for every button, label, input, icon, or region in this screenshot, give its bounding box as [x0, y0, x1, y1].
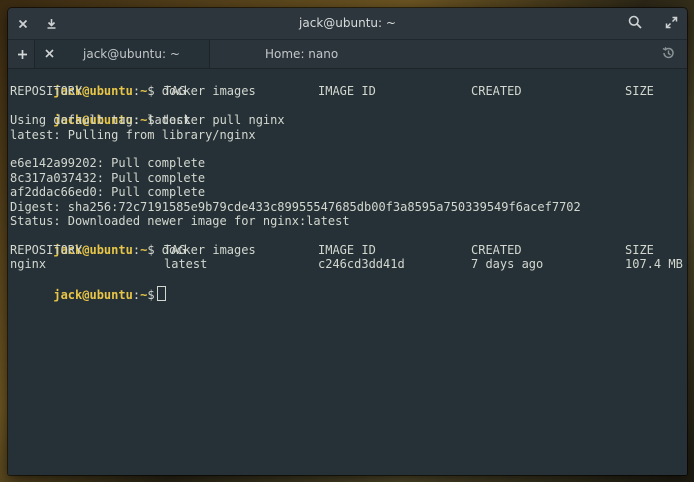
search-icon	[628, 14, 642, 33]
column-header: TAG	[164, 84, 186, 99]
column-header: REPOSITORY	[10, 242, 83, 257]
command-line: jack@ubuntu:~$	[10, 272, 166, 302]
column-header: SIZE	[625, 84, 654, 99]
window-title: jack@ubuntu: ~	[299, 16, 396, 30]
column-header: REPOSITORY	[10, 84, 83, 99]
column-header: CREATED	[471, 242, 522, 257]
prompt-user: jack@ubuntu	[53, 288, 133, 302]
column-header: IMAGE ID	[318, 242, 376, 257]
command-line: jack@ubuntu:~$ docker pull nginx	[10, 99, 284, 127]
search-button[interactable]	[622, 8, 648, 39]
output-line: latest: Pulling from library/nginx	[10, 127, 256, 142]
plus-icon	[17, 45, 28, 64]
text-cursor	[156, 286, 166, 301]
column-header: SIZE	[625, 242, 654, 257]
tab-home-nano[interactable]: Home: nano	[209, 40, 649, 68]
history-icon	[661, 45, 675, 64]
maximize-button[interactable]	[658, 8, 684, 39]
size-cell: 107.4 MB	[625, 257, 683, 272]
image-id-cell: c246cd3dd41d	[318, 257, 405, 272]
command-line: jack@ubuntu:~$ docker images	[10, 228, 255, 257]
output-line: Digest: sha256:72c7191585e9b79cde433c899…	[10, 199, 581, 214]
table-header: REPOSITORY TAG IMAGE ID CREATED SIZE	[10, 84, 686, 98]
output-line: Using default tag: latest	[10, 113, 191, 128]
prompt-separator: :	[132, 288, 141, 302]
title-bar: jack@ubuntu: ~	[8, 8, 687, 40]
tab-jack-ubuntu[interactable]: jack@ubuntu: ~	[34, 40, 210, 68]
tag-cell: latest	[164, 257, 208, 272]
tab-label: jack@ubuntu: ~	[83, 47, 180, 61]
table-row: nginx latest c246cd3dd41d 7 days ago 107…	[10, 257, 686, 271]
new-tab-button[interactable]	[10, 40, 34, 68]
output-line: af2ddac66ed0: Pull complete	[10, 185, 206, 200]
output-line: e6e142a99202: Pull complete	[10, 156, 206, 171]
repository-cell: nginx	[10, 257, 47, 272]
command-line: jack@ubuntu:~$ docker images	[10, 70, 255, 98]
created-cell: 7 days ago	[471, 257, 544, 272]
close-icon	[44, 40, 54, 68]
history-button[interactable]	[656, 40, 680, 68]
tab-bar: jack@ubuntu: ~ Home: nano	[8, 40, 687, 69]
close-tab-button[interactable]	[37, 40, 61, 68]
table-header: REPOSITORY TAG IMAGE ID CREATED SIZE	[10, 243, 686, 257]
terminal-output[interactable]: jack@ubuntu:~$ docker images REPOSITORY …	[8, 69, 687, 475]
tab-label: Home: nano	[265, 47, 339, 61]
prompt-symbol: $	[147, 288, 155, 302]
terminal-window: jack@ubuntu: ~ jack@ubuntu: ~ Home: nano…	[8, 8, 687, 475]
maximize-icon	[665, 14, 678, 33]
column-header: IMAGE ID	[318, 84, 376, 99]
column-header: TAG	[164, 242, 186, 257]
output-line: Status: Downloaded newer image for nginx…	[10, 214, 350, 228]
output-line: 8c317a037432: Pull complete	[10, 170, 206, 185]
column-header: CREATED	[471, 84, 522, 99]
